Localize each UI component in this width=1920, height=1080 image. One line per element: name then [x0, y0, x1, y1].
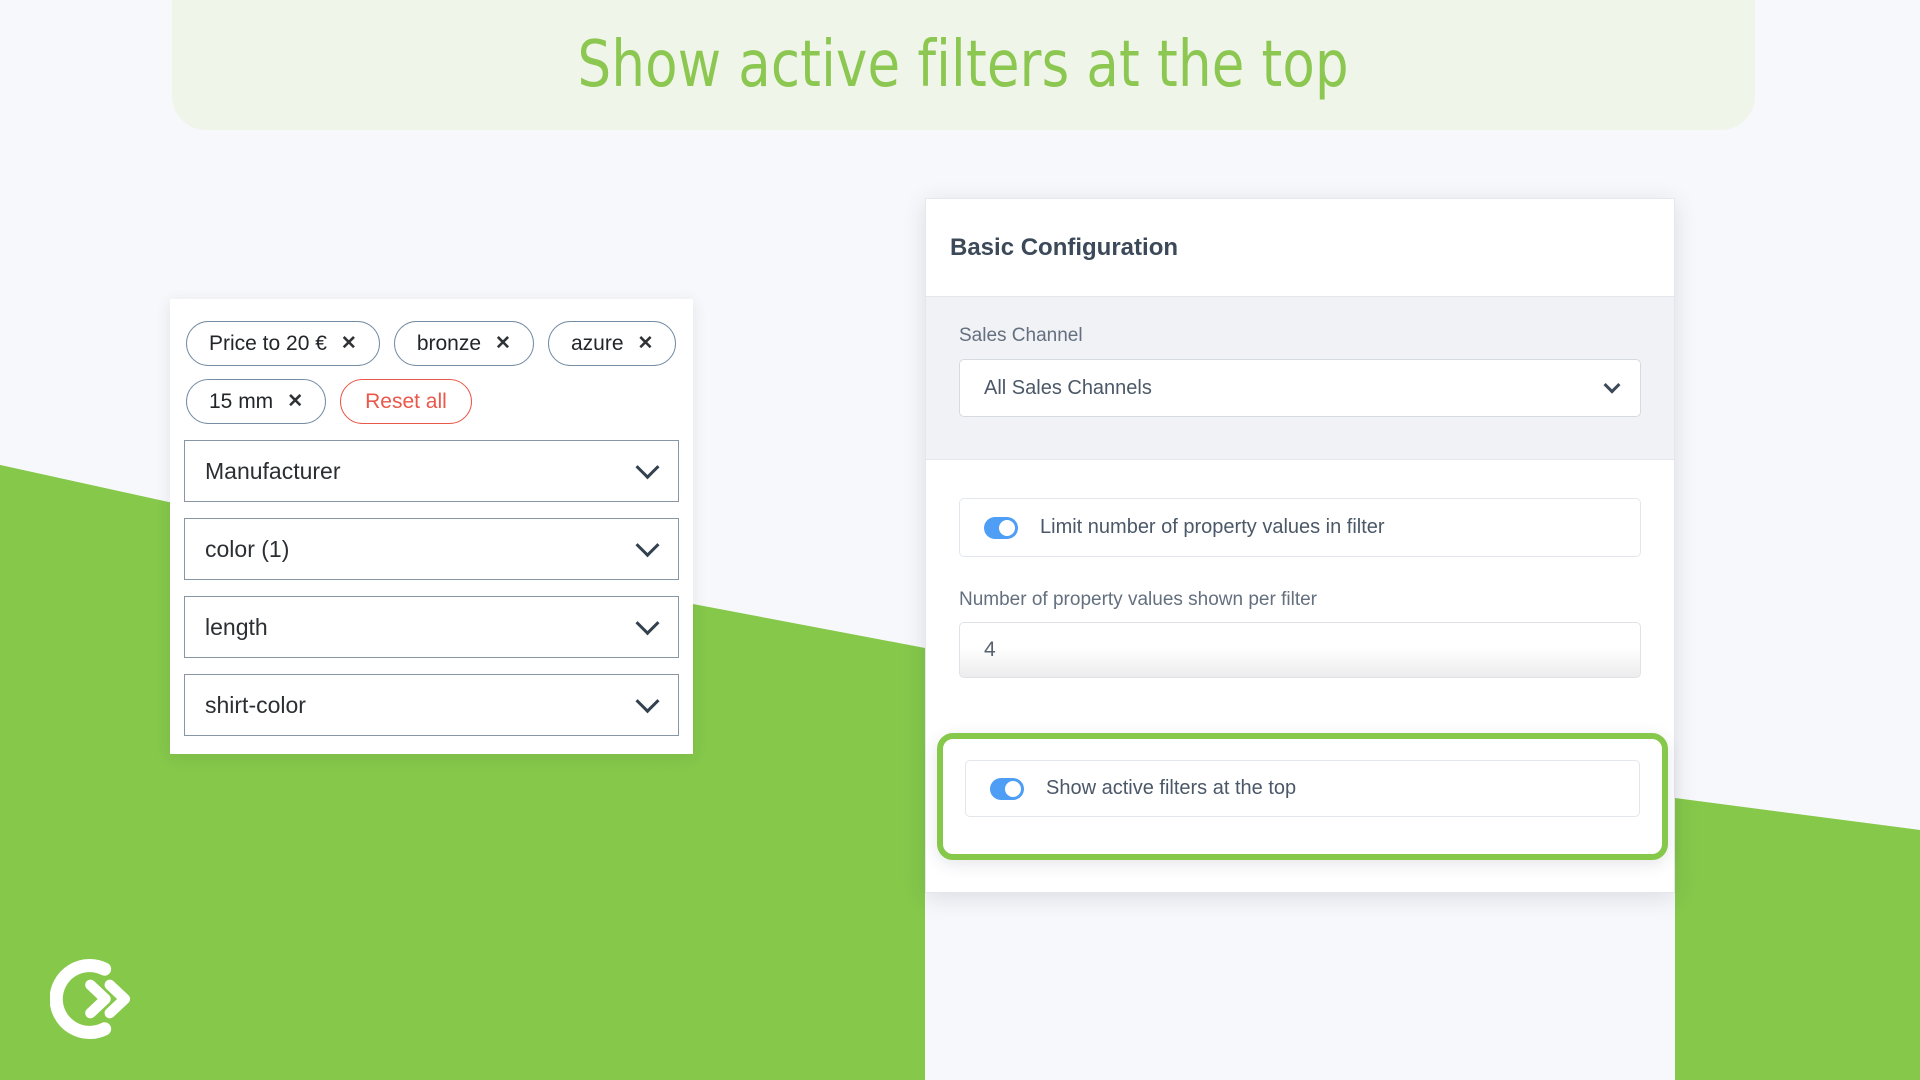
filter-chip-label: azure [570, 331, 624, 355]
title-banner: Show active filters at the top [172, 0, 1755, 130]
filter-chip-bronze[interactable]: bronze ✕ [393, 321, 534, 366]
limit-property-values-label: Limit number of property values in filte… [1040, 516, 1385, 538]
sales-channel-value: All Sales Channels [984, 376, 1152, 399]
filter-accordion-color[interactable]: color (1) [184, 518, 679, 580]
filter-accordion-label: color (1) [205, 535, 290, 562]
filter-accordion-list: Manufacturer color (1) length shirt-colo… [184, 440, 679, 736]
filter-accordion-manufacturer[interactable]: Manufacturer [184, 440, 679, 502]
chevron-down-icon [635, 454, 660, 479]
page-root: Show active filters at the top Price to … [0, 0, 1920, 1080]
reset-all-button[interactable]: Reset all [340, 379, 472, 424]
filter-accordion-label: shirt-color [205, 691, 306, 718]
chevron-down-icon [635, 688, 660, 713]
close-icon[interactable]: ✕ [287, 392, 303, 411]
filter-chip-price[interactable]: Price to 20 € ✕ [186, 321, 380, 366]
close-icon[interactable]: ✕ [341, 334, 357, 353]
close-icon[interactable]: ✕ [495, 334, 511, 353]
number-of-values-label: Number of property values shown per filt… [959, 589, 1317, 610]
show-active-filters-label: Show active filters at the top [1046, 777, 1297, 799]
filter-panel: Price to 20 € ✕ bronze ✕ azure ✕ 15 mm ✕… [170, 299, 693, 754]
filter-accordion-label: length [205, 613, 268, 640]
limit-property-values-toggle-row[interactable]: Limit number of property values in filte… [959, 498, 1641, 557]
toggle-switch-icon[interactable] [990, 777, 1024, 800]
number-of-values-value: 4 [984, 638, 996, 661]
toggle-switch-icon[interactable] [984, 516, 1018, 539]
filter-chip-azure[interactable]: azure ✕ [547, 321, 677, 366]
filter-chip-label: Price to 20 € [209, 331, 327, 355]
show-active-filters-highlight: Show active filters at the top [937, 733, 1668, 860]
filter-accordion-shirt-color[interactable]: shirt-color [184, 674, 679, 736]
reset-all-label: Reset all [365, 389, 447, 413]
active-filter-pills: Price to 20 € ✕ bronze ✕ azure ✕ 15 mm ✕… [184, 321, 679, 430]
close-icon[interactable]: ✕ [638, 334, 654, 353]
page-title: Show active filters at the top [577, 28, 1350, 102]
number-of-values-input[interactable]: 4 [959, 622, 1641, 678]
chevron-down-icon [1603, 376, 1621, 394]
filter-accordion-label: Manufacturer [205, 457, 341, 484]
filter-chip-length[interactable]: 15 mm ✕ [186, 379, 327, 424]
chevron-down-icon [635, 532, 660, 557]
chevron-down-icon [635, 610, 660, 635]
sales-channel-section: Sales Channel All Sales Channels [926, 297, 1674, 460]
sales-channel-select[interactable]: All Sales Channels [959, 359, 1641, 417]
card-title: Basic Configuration [950, 233, 1179, 261]
brand-logo-icon [50, 958, 131, 1040]
filter-chip-label: bronze [416, 331, 482, 355]
sales-channel-label: Sales Channel [959, 325, 1083, 346]
filter-chip-label: 15 mm [209, 389, 274, 413]
show-active-filters-toggle-row[interactable]: Show active filters at the top [965, 760, 1640, 817]
settings-section: Limit number of property values in filte… [926, 460, 1674, 678]
filter-accordion-length[interactable]: length [184, 596, 679, 658]
card-header: Basic Configuration [926, 199, 1674, 297]
